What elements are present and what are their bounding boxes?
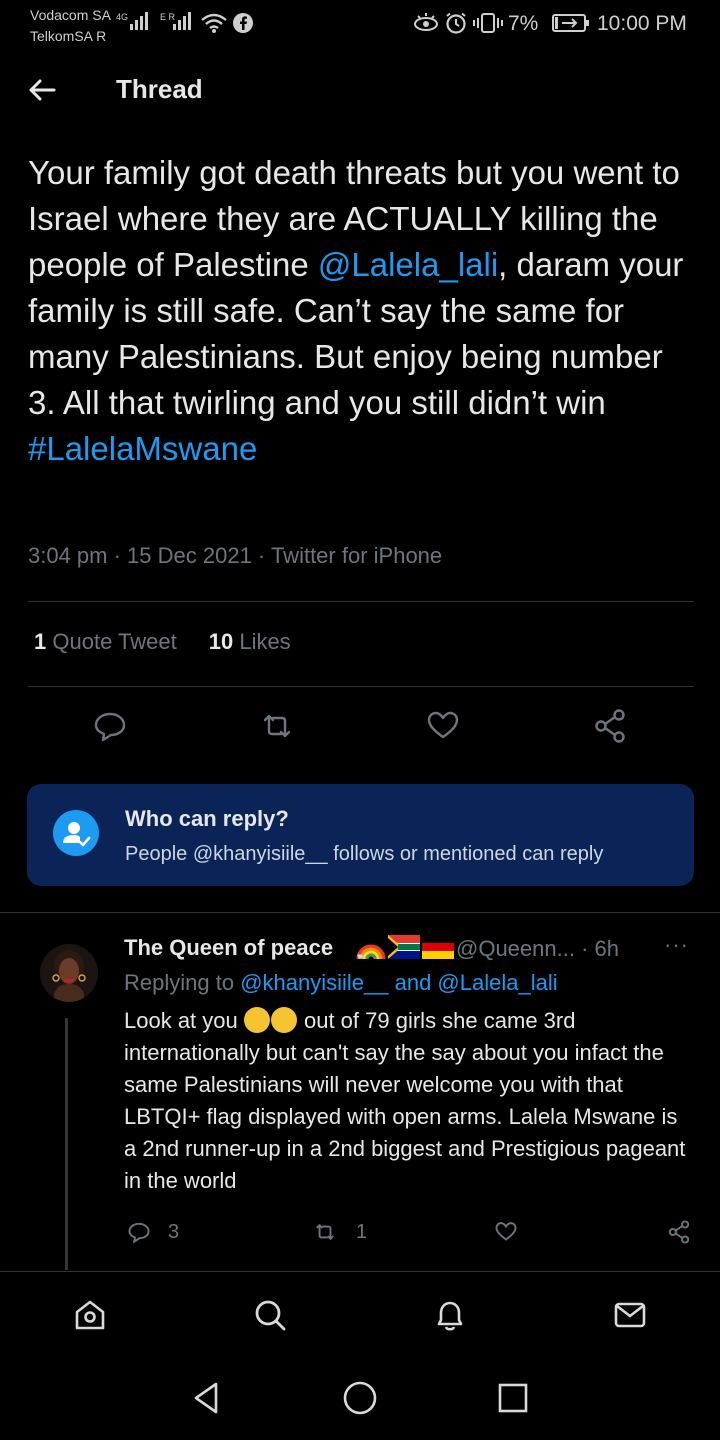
divider bbox=[28, 686, 694, 687]
carrier-name-2: TelkomSA R bbox=[30, 28, 107, 44]
handle[interactable]: @Queenn... bbox=[456, 936, 575, 961]
quote-label: Quote Tweet bbox=[52, 629, 177, 654]
share-icon[interactable] bbox=[588, 704, 632, 748]
carrier-name-1: Vodacom SA bbox=[30, 7, 111, 23]
quote-tweet-stat[interactable]: 1 Quote Tweet bbox=[34, 629, 177, 655]
facebook-icon bbox=[233, 13, 253, 33]
tweet-actions bbox=[0, 704, 720, 748]
alarm-icon bbox=[446, 12, 466, 34]
nav-messages[interactable] bbox=[608, 1290, 652, 1340]
thread-header: Thread bbox=[0, 60, 720, 120]
home-circle-icon[interactable] bbox=[340, 1378, 380, 1418]
nav-search[interactable] bbox=[248, 1290, 292, 1340]
replying-prefix: Replying to bbox=[124, 970, 241, 995]
reply-time: · 6h bbox=[581, 936, 620, 961]
retweet-icon[interactable] bbox=[308, 1217, 342, 1247]
tweet-timestamp: 3:04 pm · 15 Dec 2021 · Twitter for iPho… bbox=[28, 543, 443, 568]
notifications-icon[interactable] bbox=[430, 1295, 470, 1335]
reply-author-handle: @Queenn... · 6h bbox=[456, 936, 619, 962]
reply-icon[interactable] bbox=[88, 704, 132, 748]
back-triangle-icon[interactable] bbox=[186, 1378, 226, 1418]
reply-text-rest: out of 79 girls she came 3rd internation… bbox=[124, 1008, 686, 1193]
reply-actions: 3 1 bbox=[0, 1215, 720, 1249]
system-recents-button[interactable] bbox=[487, 1372, 539, 1424]
messages-icon[interactable] bbox=[610, 1295, 650, 1335]
tweet-text: Your family got death threats but you we… bbox=[28, 150, 698, 472]
like-heart-icon[interactable] bbox=[491, 1215, 521, 1249]
who-can-reply-description: People @khanyisiile__ follows or mention… bbox=[125, 843, 604, 865]
share-icon[interactable] bbox=[664, 1215, 694, 1249]
likes-stat[interactable]: 10 Likes bbox=[209, 629, 291, 655]
reply-action[interactable]: 3 bbox=[124, 1215, 179, 1249]
who-can-reply-banner: Who can reply? People @khanyisiile__ fol… bbox=[27, 784, 694, 886]
divider bbox=[0, 912, 720, 913]
search-icon[interactable] bbox=[250, 1295, 290, 1335]
replying-user-link[interactable]: @Lalela_lali bbox=[437, 970, 557, 995]
germany-flag-icon bbox=[422, 935, 454, 959]
eye-comfort-icon bbox=[414, 13, 438, 31]
bottom-navigation bbox=[0, 1290, 720, 1340]
clock: 10:00 PM bbox=[597, 12, 687, 35]
page-title: Thread bbox=[116, 74, 203, 104]
retweet-count: 1 bbox=[356, 1220, 368, 1243]
system-back-button[interactable] bbox=[180, 1372, 232, 1424]
arrow-left-icon[interactable] bbox=[24, 72, 60, 108]
hashtag-link[interactable]: #LalelaMswane bbox=[28, 430, 257, 467]
divider bbox=[0, 1271, 720, 1272]
signal-bars-icon bbox=[130, 12, 148, 30]
likes-count: 10 bbox=[208, 629, 234, 654]
reply-count: 3 bbox=[168, 1220, 180, 1243]
rainbow-icon bbox=[356, 944, 386, 960]
vibrate-icon bbox=[473, 13, 503, 33]
laughing-emoji-icon bbox=[270, 1007, 297, 1033]
wifi-icon bbox=[201, 13, 227, 33]
network-type-1: 4G bbox=[116, 12, 129, 22]
south-africa-flag-icon bbox=[388, 935, 420, 959]
reply-icon[interactable] bbox=[124, 1217, 154, 1247]
like-heart-icon[interactable] bbox=[421, 704, 465, 748]
divider bbox=[28, 601, 694, 602]
battery-percent: 7% bbox=[508, 12, 539, 35]
nav-home[interactable] bbox=[68, 1290, 112, 1340]
avatar[interactable] bbox=[40, 944, 98, 1002]
mention-link[interactable]: @Lalela_lali bbox=[318, 246, 498, 283]
battery-charging-icon bbox=[552, 14, 589, 32]
signal-bars-2-icon bbox=[173, 12, 191, 30]
retweet-icon[interactable] bbox=[255, 704, 299, 748]
quote-count: 1 bbox=[34, 629, 47, 654]
who-can-reply-title: Who can reply? bbox=[125, 806, 289, 831]
replying-to: Replying to @khanyisiile__ and @Lalela_l… bbox=[124, 970, 558, 996]
system-navigation bbox=[0, 1372, 720, 1424]
replying-user-link[interactable]: @khanyisiile__ bbox=[240, 970, 388, 995]
recents-square-icon[interactable] bbox=[493, 1378, 533, 1418]
nav-notifications[interactable] bbox=[428, 1290, 472, 1340]
user-check-icon bbox=[53, 810, 99, 856]
name-emoji-flags bbox=[356, 935, 454, 963]
home-icon[interactable] bbox=[70, 1295, 110, 1335]
reply-text-start: Look at you bbox=[124, 1008, 244, 1033]
retweet-action[interactable]: 1 bbox=[308, 1215, 367, 1249]
status-bar: Vodacom SA TelkomSA R 4G E R 7% 10:00 PM bbox=[0, 0, 720, 48]
replying-and: and bbox=[388, 970, 438, 995]
system-home-button[interactable] bbox=[334, 1372, 386, 1424]
likes-label: Likes bbox=[239, 629, 291, 654]
more-options-icon[interactable]: ··· bbox=[664, 932, 689, 958]
reply-text: Look at you out of 79 girls she came 3rd… bbox=[124, 1005, 694, 1197]
tweet-stats: 1 Quote Tweet 10 Likes bbox=[34, 629, 291, 655]
reply-author-name[interactable]: The Queen of peace bbox=[124, 935, 333, 961]
laughing-emoji-icon bbox=[243, 1007, 270, 1033]
